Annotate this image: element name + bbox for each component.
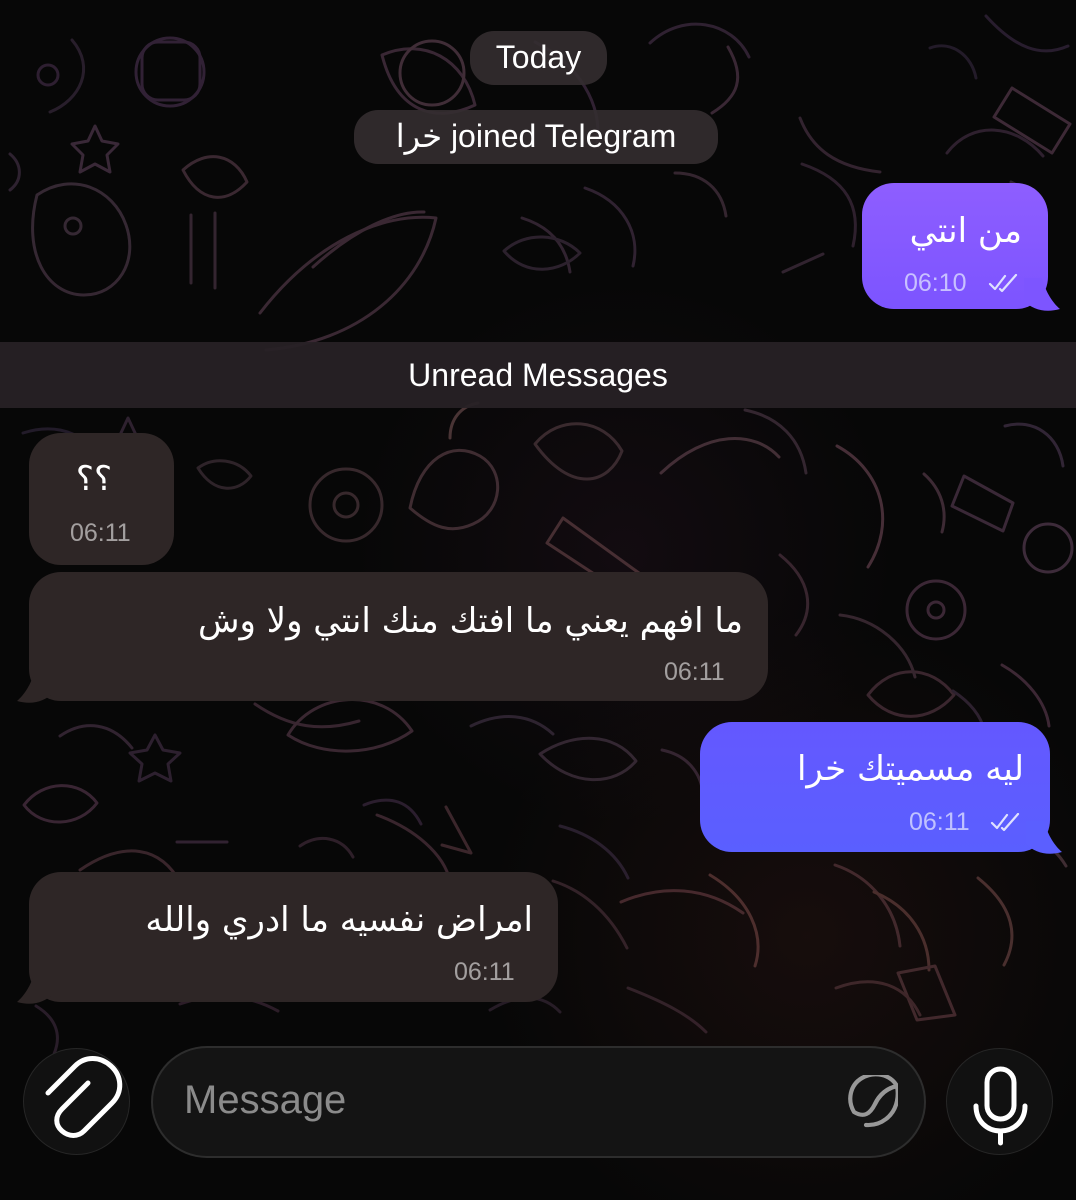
double-check-icon xyxy=(988,274,1018,293)
message-text: ما افهم يعني ما افتك منك انتي ولا وش xyxy=(197,601,743,641)
attach-button[interactable] xyxy=(23,1048,130,1155)
bubble-tail xyxy=(17,670,53,703)
message-composer xyxy=(0,1033,1076,1200)
paperclip-icon xyxy=(45,1056,123,1138)
message-input[interactable] xyxy=(184,1070,824,1130)
bubble-tail xyxy=(17,971,53,1004)
outgoing-message-bubble[interactable]: من انتي 06:10 xyxy=(862,183,1060,311)
bubble-tail xyxy=(1024,278,1060,311)
incoming-message-bubble[interactable]: امراض نفسيه ما ادري والله 06:11 xyxy=(17,872,558,1004)
microphone-icon xyxy=(973,1066,1028,1146)
outgoing-message-bubble[interactable]: ليه مسميتك خرا 06:11 xyxy=(700,722,1062,854)
message-timestamp: 06:11 xyxy=(70,519,131,547)
message-text: من انتي xyxy=(909,211,1022,251)
message-text: امراض نفسيه ما ادري والله xyxy=(145,900,533,940)
message-timestamp: 06:11 xyxy=(454,958,515,986)
message-field[interactable] xyxy=(151,1046,926,1158)
message-timestamp: 06:11 xyxy=(909,808,970,836)
incoming-message-bubble[interactable]: ؟؟ 06:11 xyxy=(29,433,174,565)
voice-message-button[interactable] xyxy=(946,1048,1053,1155)
joined-telegram-notice: خرا joined Telegram xyxy=(354,110,718,164)
double-check-icon xyxy=(990,813,1020,832)
unread-messages-divider: Unread Messages xyxy=(0,342,1076,408)
message-timestamp: 06:11 xyxy=(664,658,725,686)
sticker-icon[interactable] xyxy=(842,1075,898,1131)
message-timestamp: 06:10 xyxy=(904,269,967,297)
message-text: ليه مسميتك خرا xyxy=(796,749,1024,789)
message-text: ؟؟ xyxy=(75,459,112,499)
date-separator: Today xyxy=(470,31,607,85)
bubble-tail xyxy=(1026,821,1062,854)
incoming-message-bubble[interactable]: ما افهم يعني ما افتك منك انتي ولا وش 06:… xyxy=(17,572,768,703)
